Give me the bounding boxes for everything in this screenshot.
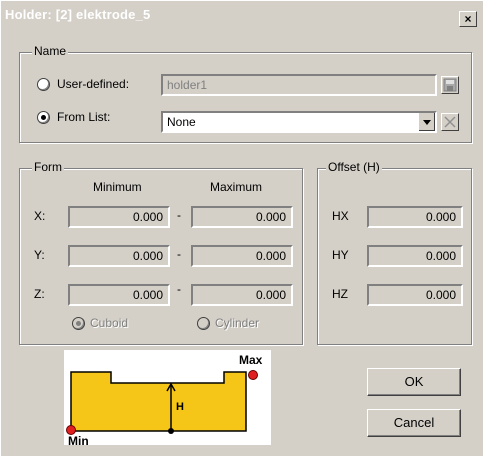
hy-field[interactable]: 0.000 bbox=[367, 245, 463, 267]
from-list-value: None bbox=[167, 115, 196, 129]
cylinder-radio[interactable] bbox=[197, 317, 210, 330]
hy-label: HY bbox=[332, 248, 349, 262]
maximum-header: Maximum bbox=[210, 180, 263, 194]
hz-label: HZ bbox=[332, 287, 348, 301]
cuboid-radio[interactable] bbox=[72, 317, 85, 330]
save-holder-button[interactable] bbox=[441, 76, 459, 94]
dropdown-button[interactable] bbox=[418, 113, 435, 131]
x-min-field[interactable]: 0.000 bbox=[68, 206, 170, 228]
cuboid-label: Cuboid bbox=[90, 316, 129, 330]
z-separator: - bbox=[177, 282, 181, 296]
ok-button[interactable]: OK bbox=[367, 368, 461, 396]
hz-field[interactable]: 0.000 bbox=[367, 284, 463, 306]
cancel-button[interactable]: Cancel bbox=[367, 409, 461, 437]
from-list-radio[interactable] bbox=[37, 111, 50, 124]
holder-diagram: Max Min H bbox=[64, 350, 271, 448]
name-group-label: Name bbox=[32, 44, 69, 58]
height-label: H bbox=[176, 401, 184, 413]
close-button[interactable]: × bbox=[459, 11, 477, 27]
form-group-label: Form bbox=[32, 160, 64, 174]
chevron-down-icon bbox=[423, 120, 431, 125]
bottom-point bbox=[168, 428, 174, 434]
user-defined-field[interactable]: holder1 bbox=[161, 74, 437, 96]
z-max-field[interactable]: 0.000 bbox=[191, 284, 293, 306]
close-icon bbox=[444, 116, 456, 128]
title-bar[interactable]: Holder: [2] elektrode_5 × bbox=[1, 1, 483, 29]
max-label: Max bbox=[239, 353, 263, 367]
user-defined-radio[interactable] bbox=[37, 78, 50, 91]
clear-list-button[interactable] bbox=[441, 113, 459, 131]
window-title: Holder: [2] elektrode_5 bbox=[5, 7, 151, 22]
max-point bbox=[248, 370, 258, 380]
user-defined-label: User-defined: bbox=[57, 77, 130, 91]
y-max-field[interactable]: 0.000 bbox=[191, 245, 293, 267]
hx-field[interactable]: 0.000 bbox=[367, 206, 463, 228]
holder-body bbox=[70, 371, 247, 432]
z-label: Z: bbox=[34, 287, 45, 301]
close-icon: × bbox=[464, 12, 472, 26]
from-list-select[interactable]: None bbox=[161, 111, 437, 133]
minimum-header: Minimum bbox=[93, 180, 142, 194]
y-min-field[interactable]: 0.000 bbox=[68, 245, 170, 267]
cylinder-label: Cylinder bbox=[215, 316, 260, 330]
y-separator: - bbox=[177, 247, 181, 261]
holder-dialog: Holder: [2] elektrode_5 × Name User-defi… bbox=[0, 0, 484, 457]
hx-label: HX bbox=[332, 209, 349, 223]
save-icon bbox=[443, 78, 457, 92]
x-label: X: bbox=[34, 209, 46, 223]
z-min-field[interactable]: 0.000 bbox=[68, 284, 170, 306]
offset-group-label: Offset (H) bbox=[326, 160, 382, 174]
x-max-field[interactable]: 0.000 bbox=[191, 206, 293, 228]
y-label: Y: bbox=[34, 248, 45, 262]
min-label: Min bbox=[68, 434, 89, 448]
x-separator: - bbox=[177, 208, 181, 222]
from-list-label: From List: bbox=[57, 110, 111, 124]
